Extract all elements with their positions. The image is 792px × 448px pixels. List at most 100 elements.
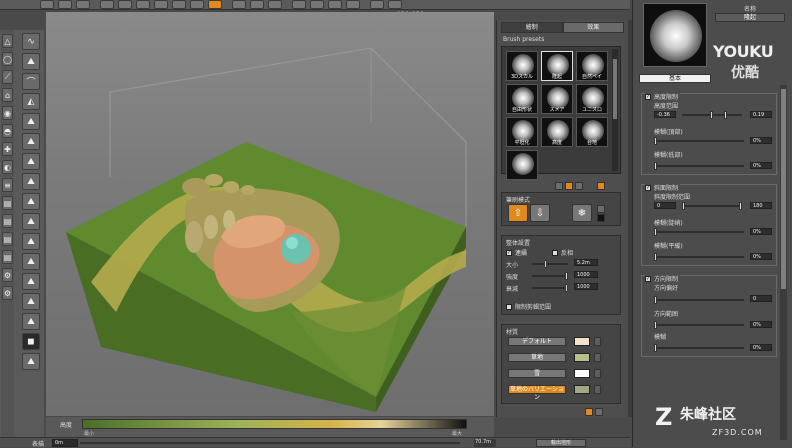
tool-icon[interactable]: ⟋: [2, 70, 13, 84]
tool-button[interactable]: [190, 0, 204, 9]
tool-icon[interactable]: ◉: [2, 106, 13, 120]
zoom-button[interactable]: [328, 0, 342, 9]
lock-icon[interactable]: [594, 369, 601, 378]
brush-preset[interactable]: 高度: [541, 117, 573, 147]
tool-button[interactable]: [370, 0, 384, 9]
zoom-button[interactable]: [310, 0, 324, 9]
flat-knob[interactable]: [654, 253, 657, 261]
brush-preset[interactable]: 隆起: [541, 51, 573, 81]
terrain-viewport[interactable]: [46, 12, 494, 416]
settings-icon[interactable]: [597, 182, 605, 190]
properties-scroll-thumb[interactable]: [781, 89, 786, 289]
preset-scrollbar[interactable]: [612, 49, 618, 171]
range-knob-high[interactable]: [724, 111, 727, 119]
material-button[interactable]: 雪: [508, 369, 566, 378]
top-blur-value[interactable]: 0%: [750, 137, 772, 144]
material-button[interactable]: デフォルト: [508, 337, 566, 346]
delete-material-icon[interactable]: [595, 408, 603, 416]
direction-value[interactable]: 0: [750, 295, 772, 302]
tool-button[interactable]: [58, 0, 72, 9]
snowflake-icon[interactable]: ❄: [572, 204, 592, 222]
properties-scrollbar[interactable]: [780, 85, 787, 440]
steep-value[interactable]: 0%: [750, 228, 772, 235]
terrain-tool-icon[interactable]: ⛰: [22, 273, 40, 290]
material-button[interactable]: 草地のバリエーション: [508, 385, 566, 401]
tool-button[interactable]: [76, 0, 90, 9]
paint-tool-button[interactable]: [208, 0, 222, 9]
steep-knob[interactable]: [654, 228, 657, 236]
lock-icon[interactable]: [594, 337, 601, 346]
tool-icon[interactable]: ⚙: [2, 268, 13, 282]
brush-preset[interactable]: 自由形状: [506, 84, 538, 114]
lock-icon[interactable]: [597, 205, 605, 213]
height-limit-checkbox[interactable]: ✓: [645, 93, 651, 100]
slope-range-max[interactable]: 180: [750, 202, 772, 209]
flat-value[interactable]: 0%: [750, 253, 772, 260]
strength-knob[interactable]: [565, 272, 568, 280]
folder-icon[interactable]: [565, 182, 573, 190]
brush-preset[interactable]: ユニスロ: [576, 84, 608, 114]
tool-button[interactable]: [388, 0, 402, 9]
terrain-tool-icon[interactable]: ⌒: [22, 73, 40, 90]
bottom-blur-knob[interactable]: [654, 162, 657, 170]
direction-slider[interactable]: [654, 296, 744, 304]
size-slider[interactable]: [532, 260, 568, 268]
tool-icon[interactable]: ⌂: [2, 88, 13, 102]
range-knob-low[interactable]: [710, 111, 713, 119]
direction-range-knob[interactable]: [654, 321, 657, 329]
direction-blur-slider[interactable]: [654, 344, 744, 352]
terrain-tool-icon[interactable]: ⛰: [22, 193, 40, 210]
zoom-button[interactable]: [346, 0, 360, 9]
strength-slider[interactable]: [532, 272, 568, 280]
top-blur-slider[interactable]: [654, 137, 744, 145]
tool-icon[interactable]: ▤: [2, 232, 13, 246]
terrain-tool-icon[interactable]: ⛰: [22, 293, 40, 310]
save-preset-icon[interactable]: [555, 182, 563, 190]
tool-icon[interactable]: ⚙: [2, 286, 13, 300]
direction-range-slider[interactable]: [654, 321, 744, 329]
terrain-tool-icon[interactable]: ⛰: [22, 253, 40, 270]
scroll-thumb[interactable]: [613, 59, 617, 119]
terrain-tool-icon[interactable]: ⛰: [22, 313, 40, 330]
limit-checkbox[interactable]: [506, 303, 512, 310]
tool-button[interactable]: [136, 0, 150, 9]
direction-limit-checkbox[interactable]: ✓: [645, 275, 651, 282]
zoom-button[interactable]: [292, 0, 306, 9]
bottom-field[interactable]: 0m: [52, 439, 78, 447]
direction-knob[interactable]: [654, 296, 657, 304]
terrain-tool-icon[interactable]: ∿: [22, 33, 40, 50]
terrain-tool-icon[interactable]: ⛰: [22, 173, 40, 190]
brush-preset[interactable]: スメア: [541, 84, 573, 114]
brush-preset[interactable]: 台地: [576, 117, 608, 147]
tab-effect[interactable]: 效果: [562, 22, 624, 33]
slope-knob-low[interactable]: [682, 202, 685, 210]
tool-button[interactable]: [268, 0, 282, 9]
height-range-min[interactable]: -0.36: [654, 111, 676, 118]
tool-icon[interactable]: ◯: [2, 52, 13, 66]
direction-blur-value[interactable]: 0%: [750, 344, 772, 351]
terrain-tool-icon[interactable]: ⛰: [22, 53, 40, 70]
terrain-tool-icon[interactable]: ⛰: [22, 153, 40, 170]
slope-limit-checkbox[interactable]: ✓: [645, 184, 651, 191]
brush-preset[interactable]: 平坦化: [506, 117, 538, 147]
flat-slider[interactable]: [654, 253, 744, 261]
direction-range-value[interactable]: 0%: [750, 321, 772, 328]
falloff-value[interactable]: 1000: [574, 283, 598, 290]
bottom-slider[interactable]: [80, 442, 460, 444]
color-icon[interactable]: [597, 214, 605, 222]
tool-icon[interactable]: ≡: [2, 178, 13, 192]
tool-icon[interactable]: ▤: [2, 214, 13, 228]
raise-mode-icon[interactable]: ⇧: [508, 204, 528, 222]
tool-button[interactable]: [154, 0, 168, 9]
add-material-icon[interactable]: [585, 408, 593, 416]
tool-button[interactable]: [250, 0, 264, 9]
brush-preset[interactable]: 自然ぺイ: [576, 51, 608, 81]
steep-slider[interactable]: [654, 228, 744, 236]
slope-range-min[interactable]: 0: [654, 202, 676, 209]
top-blur-knob[interactable]: [654, 137, 657, 145]
tool-icon[interactable]: ◐: [2, 160, 13, 174]
brush-preset[interactable]: [506, 150, 538, 180]
tool-button[interactable]: [40, 0, 54, 9]
tool-button[interactable]: [232, 0, 246, 9]
terrain-tool-icon[interactable]: ◭: [22, 93, 40, 110]
